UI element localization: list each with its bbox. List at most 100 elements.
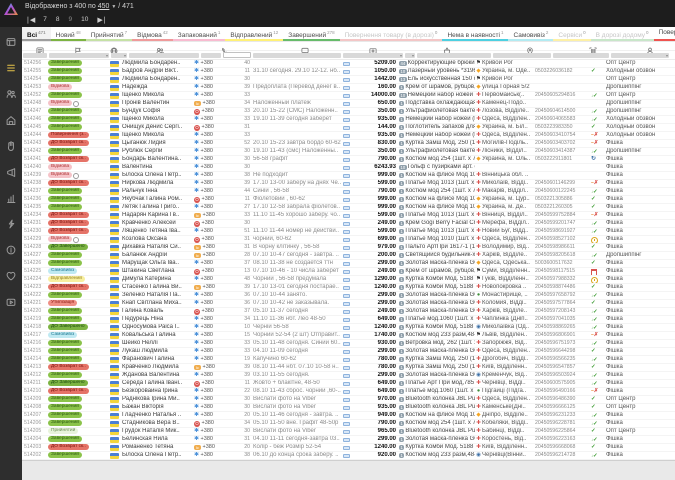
order-row[interactable]: 514235ЗавершенийЛетяк Галина Григо..✱ +3… <box>22 204 675 212</box>
tab-5[interactable]: Відправлений12 <box>225 27 283 41</box>
order-row[interactable]: 514215ЗавершенийЛукаш Людмила✱ +3803304.… <box>22 348 675 356</box>
filter-manager-input[interactable]: ▾ <box>611 53 669 58</box>
filter-address-input[interactable] <box>493 53 551 58</box>
tab-9[interactable]: Самовивіз2 <box>508 27 553 41</box>
order-row[interactable]: 514223ДО Возврат ск..Стасенко Галина Ви.… <box>22 284 675 292</box>
tab-8[interactable]: Нема в наявності1 <box>442 27 508 41</box>
first-page-button[interactable]: ❘◀ <box>25 16 34 24</box>
order-comment: Синій , 56-58 <box>253 188 343 195</box>
tab-6[interactable]: Завершений278 <box>283 27 339 41</box>
filter-source-input[interactable] <box>201 53 221 58</box>
order-row[interactable]: 514229ВідмоваКозлова ОксанаO +38031чорни… <box>22 236 675 244</box>
sidebar-item-stats[interactable] <box>0 185 22 211</box>
tab-4[interactable]: Запакований1 <box>173 27 226 41</box>
page-number-7[interactable]: 7 <box>43 16 47 23</box>
order-row[interactable]: 514212ЗавершенийЖданова Валентина✱ +3803… <box>22 372 675 380</box>
order-row[interactable]: 514242ЗавершенийРублюк Сергій✱ +3803019.… <box>22 148 675 156</box>
order-row[interactable]: 514224ВідправленийДимула Катерина✱ +3804… <box>22 276 675 284</box>
order-row[interactable]: 514207ЗавершенийГладченко Наталья ..✱ +3… <box>22 412 675 420</box>
order-row[interactable]: 514225СамовивізШтакина СветланаO +380130… <box>22 268 675 276</box>
order-row[interactable]: 514237ЗавершенийРальчук Інна✱ +38044Сині… <box>22 188 675 196</box>
order-row[interactable]: 514221УтилізаціяКнап Світлана Миха..✱ +3… <box>22 300 675 308</box>
order-row[interactable]: 514205ПрийнятийГрудок Наталія Мик..✱ +38… <box>22 428 675 436</box>
order-row[interactable]: 514209ЗавершенийРаднікова Ірина Ми..✱ +3… <box>22 396 675 404</box>
filter-flag-input[interactable]: ▾ <box>111 53 127 58</box>
filter-comment-input[interactable] <box>253 53 341 58</box>
order-row[interactable]: 514239ВідмоваБілоска Олена Петр..✱ +3803… <box>22 172 675 180</box>
filter-product-input[interactable] <box>417 53 491 58</box>
tab-1[interactable]: Новий48 <box>51 27 86 41</box>
order-row[interactable]: 514240ВідмоваВалентина✱ +380306243.9310Г… <box>22 164 675 172</box>
sidebar-item-dashboard[interactable] <box>0 29 22 55</box>
filter-id-input[interactable] <box>23 53 47 58</box>
nova-poshta-icon: ✚ <box>475 92 482 99</box>
order-row[interactable]: 514244Повернення (з..Іщенко Микола✱ +380… <box>22 132 675 140</box>
tab-0[interactable]: Всі471 <box>22 27 51 41</box>
order-row[interactable]: 514246ЗавершенийІщенко Микола✱ +3803319.… <box>22 116 675 124</box>
page-size-dropdown[interactable]: 450 <box>98 3 110 10</box>
sidebar-item-orders[interactable] <box>0 55 22 81</box>
client-name: Надарян Карина Гв.. <box>122 212 194 219</box>
order-row[interactable]: 514228ДО ЗавершеноДихавка Наталія Си..lc… <box>22 244 675 252</box>
order-row[interactable]: 514238ДО Возврат ск..Ниркова Людмила✱ +3… <box>22 180 675 188</box>
sidebar-item-warehouse[interactable] <box>0 107 22 133</box>
filter-client-input[interactable] <box>129 53 199 58</box>
order-row[interactable]: 514211ДО ЗавершеноСереда Галина Івані..O… <box>22 380 675 388</box>
order-row[interactable]: 514203ДО Возврат ск..Романенко Тетянаlc … <box>22 444 675 452</box>
order-row[interactable]: 514243ДО Возврат ск..Цыганюк Лидия✱ +380… <box>22 140 675 148</box>
tab-2[interactable]: Прийнятий7 <box>86 27 132 41</box>
order-row[interactable]: 514254ЗавершенийЛюдмила Бондарен..✱ +380… <box>22 76 675 84</box>
order-row[interactable]: 514245ЗавершенийОнищук Денис Сергі..O +3… <box>22 124 675 132</box>
order-row[interactable]: 514234ДО Возврат ск..Надарян Карина Гв..… <box>22 212 675 220</box>
page-number-9[interactable]: 9 <box>69 16 73 23</box>
filter-phone-input[interactable] <box>223 52 251 58</box>
order-comment: 04.10 11-09 сегодня <box>253 348 343 355</box>
order-row[interactable]: 514219ЗавершенийПедурець Ніна✱ +3803411.… <box>22 316 675 324</box>
order-row[interactable]: 514214ЗавершенийФаранович Галина✱ +38019… <box>22 356 675 364</box>
order-row[interactable]: 514218ДО ЗавершеноОдносумова Раіса І..✱ … <box>22 324 675 332</box>
order-row[interactable]: 514217СамовивізКовальська Галина✱ +38015… <box>22 332 675 340</box>
order-row[interactable]: 514210ДО Возврат ск..Безкоровайна Ірина✱… <box>22 388 675 396</box>
order-row[interactable]: 514222ЗавершенийЗеленко Наталія Па..✱ +3… <box>22 292 675 300</box>
order-row[interactable]: 514208ЗавершенийБажан Вікторія✱ +38030Ви… <box>22 404 675 412</box>
order-row[interactable]: 514216ЗавершенийШейко Неллі✱ +3803305.10… <box>22 340 675 348</box>
sidebar-item-megaphone[interactable] <box>0 159 22 185</box>
tab-12[interactable]: Повернення ( <box>654 27 675 41</box>
order-row[interactable]: 514227ЗавершенийБаланюк Андрійlc +380280… <box>22 252 675 260</box>
sidebar-item-video[interactable] <box>0 289 22 315</box>
sidebar-item-partners[interactable] <box>0 263 22 289</box>
source-tag: Фішка <box>604 220 675 227</box>
order-row[interactable]: 514236ЗавершенийЯкубчак Галина Ром..O +3… <box>22 196 675 204</box>
order-row[interactable]: 514202ЗавершенийБілоска Олена Петр..✱ +3… <box>22 452 675 460</box>
sidebar-item-hand[interactable] <box>0 133 22 159</box>
filter-ttn-input[interactable] <box>553 53 609 58</box>
tab-3[interactable]: Відмова42 <box>132 27 173 41</box>
order-row[interactable]: 514204ЗавершенийБелинская Нила✱ +3803104… <box>22 436 675 444</box>
sidebar-item-integrations[interactable] <box>0 211 22 237</box>
order-row[interactable]: 514230ДО Возврат ск..Лященко Тетяна Іва.… <box>22 228 675 236</box>
order-row[interactable]: 514248ВідмоваПронів Валентинlc +38034Нал… <box>22 100 675 108</box>
filter-status-input[interactable]: ▾ <box>49 53 109 58</box>
sidebar-item-info[interactable] <box>0 237 22 263</box>
order-row[interactable]: 514231ДО Возврат ск..Кравченко АлексейO … <box>22 220 675 228</box>
order-row[interactable]: 514206ЗавершенийСтадникова Вера В..O +38… <box>22 420 675 428</box>
page-number-8[interactable]: 8 <box>56 16 60 23</box>
tab-11[interactable]: В дорозі додому0 <box>591 27 654 41</box>
order-row[interactable]: 514220ЗавершенийГалина КовальO +3803705.… <box>22 308 675 316</box>
page-number-10[interactable]: 10 <box>81 16 88 23</box>
order-row[interactable]: 514247ЗавершенийБундук СофіяO +3803320.1… <box>22 108 675 116</box>
last-page-button[interactable]: ▶❘ <box>97 16 106 24</box>
sidebar-item-client[interactable] <box>0 81 22 107</box>
filter-price-input[interactable]: ▾ <box>343 53 403 58</box>
order-row[interactable]: 514256ЗавершенийЛюдмила Бондарен..✱ +380… <box>22 60 675 68</box>
tab-7[interactable]: Повернення товару (в дорозі)0 <box>340 27 443 41</box>
order-row[interactable]: 514241ДО Возврат ск..Бондарь Валентина..… <box>22 156 675 164</box>
order-row[interactable]: 514252ЗавершенийІщенко Микола✱ +38033140… <box>22 92 675 100</box>
order-row[interactable]: 514226ЗавершенийМарущак Ольга Іва..✱ +38… <box>22 260 675 268</box>
filter-pay-input[interactable]: ▾ <box>405 53 415 58</box>
tab-10[interactable]: Сервіси0 <box>553 27 590 41</box>
order-row[interactable]: 514213ДО Возврат ск..Кравченко Людмилаlc… <box>22 364 675 372</box>
order-row[interactable]: 514255ЗавершенийБадров Андрій Вікт..✱ +3… <box>22 68 675 76</box>
order-row[interactable]: 514253ВідмоваНадежда✱ +38039Предоплата (… <box>22 84 675 92</box>
delivery-address: ✚Київ, Відділенн.. <box>475 364 535 371</box>
